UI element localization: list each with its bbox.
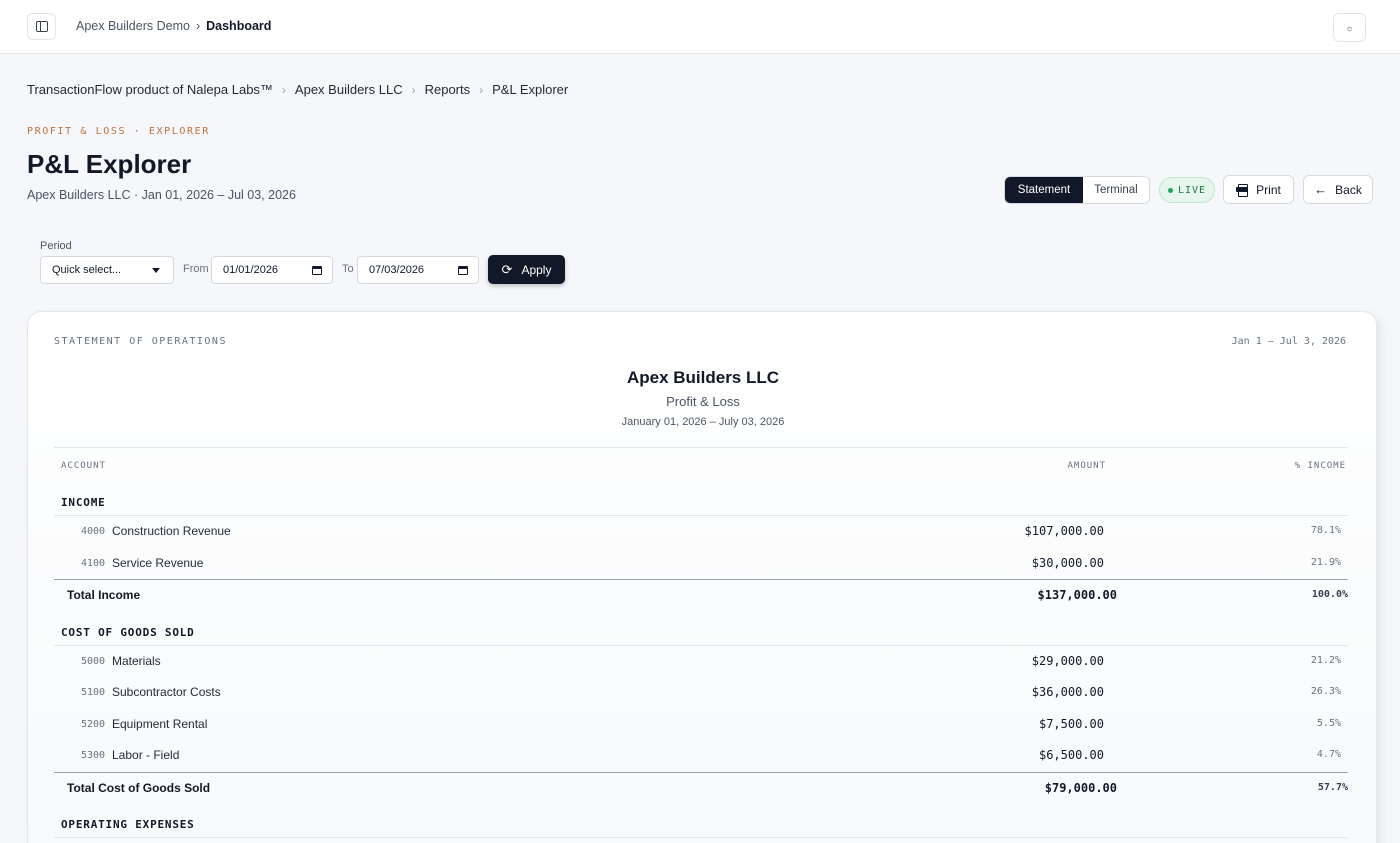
- account-amount: $29,000.00: [1031, 654, 1104, 668]
- top-bar: Apex Builders Demo › Dashboard ☼: [0, 0, 1400, 54]
- column-header-account: ACCOUNT: [61, 461, 106, 471]
- total-amount: $79,000.00: [1044, 781, 1117, 795]
- sun-icon: ☼: [1345, 22, 1354, 33]
- account-pct: 21.2%: [1310, 655, 1341, 666]
- report-range: January 01, 2026 – July 03, 2026: [621, 416, 785, 428]
- section-title-cogs: COST OF GOODS SOLD: [61, 626, 195, 639]
- chevron-right-icon: ›: [195, 19, 201, 33]
- total-pct: 57.7%: [1317, 782, 1348, 793]
- statement-card: STATEMENT OF OPERATIONS Jan 1 – Jul 3, 2…: [27, 311, 1377, 843]
- quick-select-value: Quick select...: [52, 264, 122, 276]
- sidebar-toggle-button[interactable]: [27, 13, 56, 40]
- chevron-right-icon: ›: [281, 82, 286, 97]
- account-pct: 4.7%: [1316, 749, 1341, 760]
- breadcrumb: TransactionFlow product of Nalepa Labs™ …: [27, 82, 568, 97]
- page-eyebrow: PROFIT & LOSS · EXPLORER: [27, 126, 210, 137]
- account-code: 4000: [81, 526, 106, 537]
- table-row[interactable]: 5000 Materials $29,000.00 21.2%: [54, 646, 1348, 677]
- from-date-value: 01/01/2026: [223, 264, 279, 276]
- account-name: Labor - Field: [112, 748, 180, 762]
- table-row[interactable]: 4100 Service Revenue $30,000.00 21.9%: [54, 548, 1348, 579]
- section-title-opex: OPERATING EXPENSES: [61, 818, 195, 831]
- account-pct: 78.1%: [1310, 525, 1341, 536]
- calendar-icon[interactable]: [458, 266, 468, 275]
- account-name: Service Revenue: [112, 556, 204, 570]
- account-pct: 21.9%: [1310, 557, 1341, 568]
- breadcrumb-item-reports[interactable]: Reports: [425, 82, 471, 97]
- table-row[interactable]: 5100 Subcontractor Costs $36,000.00 26.3…: [54, 677, 1348, 708]
- account-name: Subcontractor Costs: [112, 685, 221, 699]
- apply-button[interactable]: ⟳ Apply: [488, 255, 565, 284]
- account-code: 5100: [81, 687, 106, 698]
- account-code: 5300: [81, 750, 106, 761]
- caret-down-icon: [152, 268, 160, 273]
- account-amount: $6,500.00: [1038, 748, 1104, 762]
- period-label: Period: [40, 240, 72, 252]
- account-name: Construction Revenue: [112, 524, 231, 538]
- to-label: To: [342, 263, 354, 275]
- view-toggle: Statement Terminal: [1004, 176, 1150, 204]
- statement-view-button[interactable]: Statement: [1005, 177, 1083, 203]
- report-name: Profit & Loss: [666, 394, 740, 409]
- quick-select-dropdown[interactable]: Quick select...: [40, 256, 174, 284]
- breadcrumb-item-current: P&L Explorer: [492, 82, 569, 97]
- breadcrumb-item-product[interactable]: TransactionFlow product of Nalepa Labs™: [27, 82, 273, 97]
- account-code: 5000: [81, 656, 106, 667]
- divider: [54, 447, 1348, 448]
- apply-label: Apply: [521, 262, 552, 277]
- account-code: 5200: [81, 719, 106, 730]
- current-page-label: Dashboard: [206, 19, 272, 33]
- print-button[interactable]: Print: [1223, 175, 1294, 204]
- account-pct: 26.3%: [1310, 686, 1341, 697]
- total-name: Total Cost of Goods Sold: [67, 781, 211, 795]
- column-header-amount: AMOUNT: [1067, 461, 1106, 471]
- account-amount: $107,000.00: [1024, 524, 1104, 538]
- chevron-right-icon: ›: [479, 82, 484, 97]
- back-button[interactable]: ← Back: [1303, 175, 1373, 204]
- workspace-link[interactable]: Apex Builders Demo: [76, 19, 190, 33]
- refresh-icon: ⟳: [501, 261, 513, 277]
- total-pct: 100.0%: [1311, 589, 1348, 600]
- total-name: Total Income: [67, 588, 141, 602]
- company-name: Apex Builders LLC: [626, 368, 780, 387]
- top-breadcrumb: Apex Builders Demo › Dashboard: [76, 19, 271, 33]
- arrow-left-icon: ←: [1314, 182, 1328, 197]
- section-title-income: INCOME: [61, 496, 106, 509]
- from-date-input[interactable]: 01/01/2026: [211, 256, 333, 284]
- column-header-pct: % INCOME: [1294, 461, 1346, 471]
- to-date-value: 07/03/2026: [369, 264, 425, 276]
- page-subtitle: Apex Builders LLC · Jan 01, 2026 – Jul 0…: [27, 188, 296, 202]
- account-code: 4100: [81, 558, 106, 569]
- statement-tag: STATEMENT OF OPERATIONS: [54, 336, 227, 347]
- terminal-view-button[interactable]: Terminal: [1083, 177, 1149, 203]
- from-label: From: [183, 263, 209, 275]
- account-pct: 5.5%: [1316, 718, 1341, 729]
- live-dot-icon: [1167, 187, 1173, 193]
- table-row[interactable]: 5300 Labor - Field $6,500.00 4.7%: [54, 740, 1348, 771]
- table-row[interactable]: 5200 Equipment Rental $7,500.00 5.5%: [54, 709, 1348, 740]
- account-name: Materials: [112, 654, 161, 668]
- chevron-right-icon: ›: [411, 82, 416, 97]
- to-date-input[interactable]: 07/03/2026: [357, 256, 479, 284]
- account-amount: $30,000.00: [1031, 556, 1104, 570]
- breadcrumb-item-company[interactable]: Apex Builders LLC: [295, 82, 403, 97]
- live-status-badge: LIVE: [1159, 177, 1215, 203]
- divider: [54, 837, 1348, 838]
- back-label: Back: [1335, 182, 1362, 197]
- account-amount: $7,500.00: [1038, 717, 1104, 731]
- statement-range-short: Jan 1 – Jul 3, 2026: [1231, 336, 1346, 347]
- account-amount: $36,000.00: [1031, 685, 1104, 699]
- total-row: Total Cost of Goods Sold $79,000.00 57.7…: [54, 773, 1348, 803]
- total-amount: $137,000.00: [1037, 588, 1117, 602]
- calendar-icon[interactable]: [312, 266, 322, 275]
- table-row[interactable]: 4000 Construction Revenue $107,000.00 78…: [54, 516, 1348, 547]
- sidebar-panel-icon: [35, 21, 48, 32]
- page-title: P&L Explorer: [27, 149, 192, 179]
- total-row: Total Income $137,000.00 100.0%: [54, 580, 1348, 610]
- account-name: Equipment Rental: [112, 717, 208, 731]
- theme-toggle-button[interactable]: ☼: [1333, 13, 1366, 42]
- live-label: LIVE: [1177, 184, 1207, 196]
- print-label: Print: [1256, 182, 1281, 197]
- printer-icon: [1236, 184, 1249, 197]
